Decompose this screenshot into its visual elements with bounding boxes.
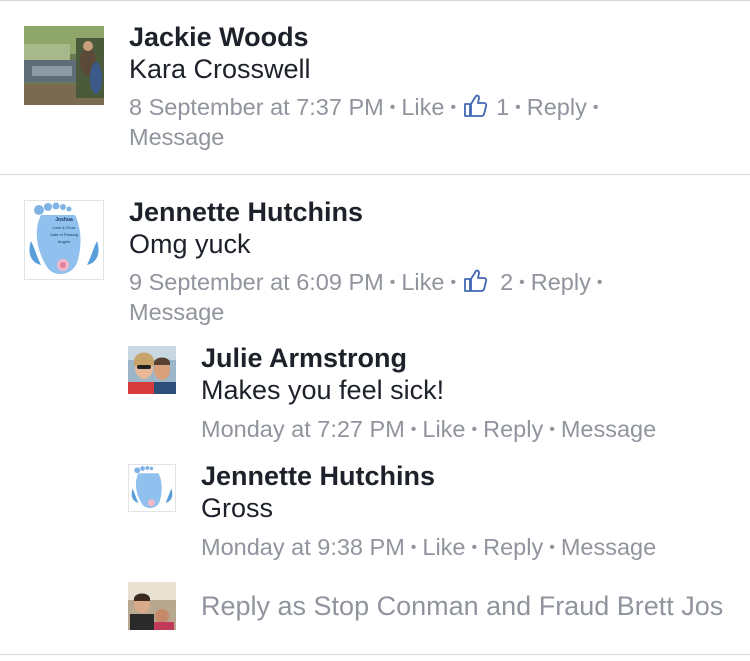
- message-link[interactable]: Message: [129, 297, 224, 327]
- comment-meta: 9 September at 6:09 PM • Like • 2 • Reply •: [129, 267, 608, 301]
- separator-dot: •: [410, 539, 417, 556]
- reply-author[interactable]: Jennette Hutchins: [201, 461, 435, 492]
- separator-dot: •: [450, 99, 457, 116]
- reply-input[interactable]: Reply as Stop Conman and Fraud Brett Jos: [201, 591, 723, 622]
- separator-dot: •: [471, 421, 478, 438]
- comment-text: Omg yuck: [129, 229, 251, 259]
- message-link[interactable]: Message: [561, 414, 656, 444]
- comment-timestamp[interactable]: 9 September at 6:09 PM: [129, 267, 384, 297]
- comment-timestamp[interactable]: 8 September at 7:37 PM: [129, 92, 384, 122]
- like-link[interactable]: Like: [401, 267, 444, 297]
- avatar[interactable]: [24, 26, 104, 105]
- message-link[interactable]: Message: [129, 122, 224, 152]
- separator-dot: •: [389, 274, 396, 291]
- reply-text: Gross: [201, 493, 274, 523]
- avatar-caption-line: Joshua: [55, 217, 73, 223]
- comment-meta: 8 September at 7:37 PM • Like • 1 • Reply •: [129, 92, 604, 126]
- reply-link[interactable]: Reply: [527, 92, 587, 122]
- like-count[interactable]: 1: [496, 92, 509, 122]
- separator-dot: •: [592, 99, 599, 116]
- avatar-caption-line: Angels: [57, 239, 71, 244]
- top-divider: [0, 0, 750, 1]
- separator-dot: •: [549, 539, 555, 556]
- separator-dot: •: [596, 274, 603, 291]
- bottom-divider: [0, 654, 750, 655]
- separator-dot: •: [389, 99, 396, 116]
- message-link[interactable]: Message: [561, 532, 656, 562]
- separator-dot: •: [450, 274, 457, 291]
- separator-dot: •: [549, 421, 555, 438]
- reply-meta: Monday at 7:27 PM • Like • Reply • Message: [201, 414, 656, 448]
- like-count[interactable]: 2: [500, 267, 513, 297]
- reply-link[interactable]: Reply: [483, 532, 543, 562]
- thumbs-up-icon[interactable]: [462, 93, 488, 126]
- thumbs-up-icon[interactable]: [462, 268, 488, 301]
- comment-text: Kara Crosswell: [129, 54, 311, 84]
- avatar-caption-line: Date of Passing: [49, 232, 79, 237]
- comment-author[interactable]: Jennette Hutchins: [129, 197, 363, 228]
- comment-author[interactable]: Jackie Woods: [129, 22, 309, 53]
- separator-dot: •: [471, 539, 478, 556]
- avatar: [128, 582, 176, 630]
- avatar[interactable]: [128, 346, 176, 394]
- like-link[interactable]: Like: [422, 414, 465, 444]
- reply-timestamp[interactable]: Monday at 9:38 PM: [201, 532, 405, 562]
- reply-link[interactable]: Reply: [483, 414, 543, 444]
- avatar-caption-line: Love & Grow: [52, 225, 76, 230]
- reply-author[interactable]: Julie Armstrong: [201, 343, 407, 374]
- reply-meta: Monday at 9:38 PM • Like • Reply • Message: [201, 532, 656, 566]
- like-link[interactable]: Like: [422, 532, 465, 562]
- separator-dot: •: [410, 421, 417, 438]
- separator-dot: •: [519, 274, 525, 291]
- reply-link[interactable]: Reply: [531, 267, 591, 297]
- avatar[interactable]: Joshua Love & Grow Date of Passing Angel…: [24, 200, 104, 280]
- avatar[interactable]: [128, 464, 176, 512]
- reply-timestamp[interactable]: Monday at 7:27 PM: [201, 414, 405, 444]
- like-link[interactable]: Like: [401, 92, 444, 122]
- separator-dot: •: [515, 99, 521, 116]
- reply-text: Makes you feel sick!: [201, 375, 445, 405]
- avatar-caption: Joshua Love & Grow Date of Passing Angel…: [47, 217, 81, 245]
- comment-divider: [0, 174, 750, 175]
